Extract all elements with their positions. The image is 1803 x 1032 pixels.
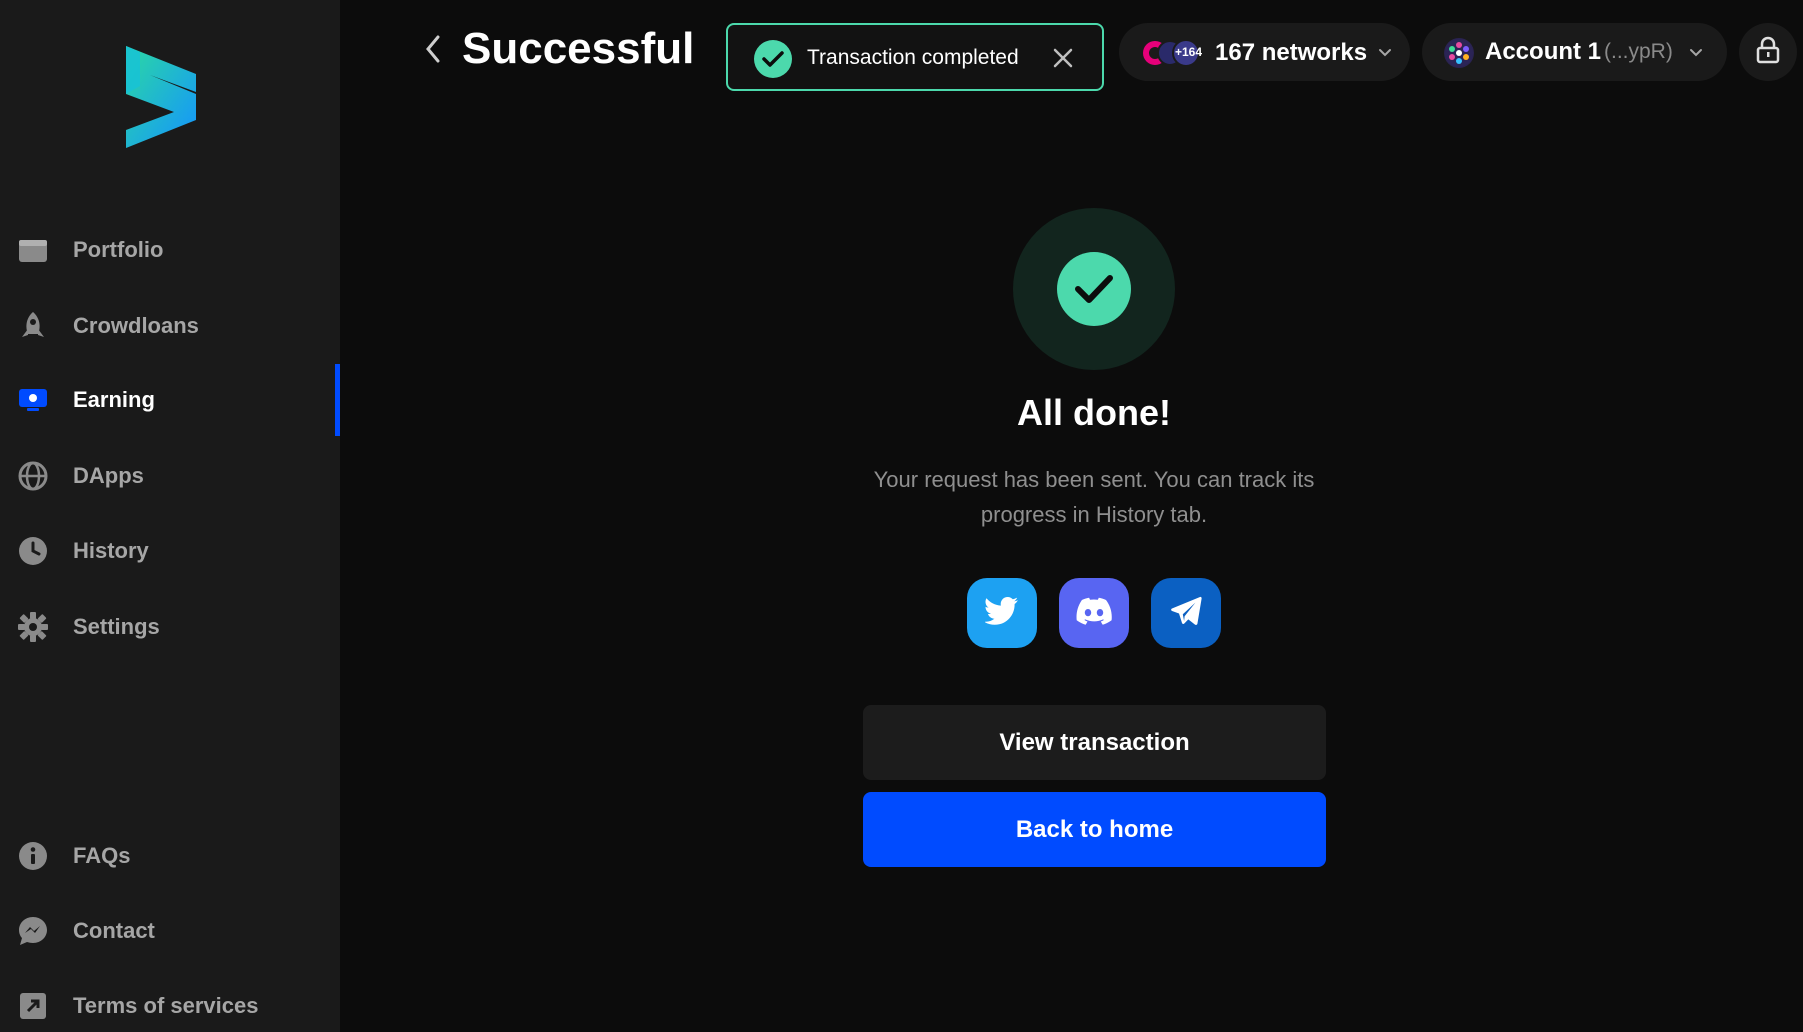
sidebar: Portfolio Crowdloans Earning DApps Histo…	[0, 0, 340, 1032]
network-count-label: 167 networks	[1215, 39, 1368, 66]
wallet-icon	[18, 235, 48, 265]
success-indicator	[1013, 208, 1175, 370]
globe-icon	[18, 461, 48, 491]
rocket-icon	[18, 311, 48, 341]
external-link-icon	[18, 991, 48, 1021]
network-icons: +164	[1141, 39, 1205, 67]
toast-message: Transaction completed	[807, 46, 1019, 69]
sidebar-item-faqs[interactable]: FAQs	[0, 824, 340, 888]
telegram-icon	[1170, 596, 1202, 631]
sidebar-item-label: FAQs	[73, 843, 131, 868]
info-icon	[18, 841, 48, 871]
close-icon[interactable]	[1050, 45, 1076, 71]
sidebar-item-history[interactable]: History	[0, 519, 340, 583]
telegram-button[interactable]	[1151, 578, 1221, 648]
sidebar-item-label: History	[73, 538, 149, 563]
twitter-icon	[984, 596, 1019, 630]
gear-icon	[18, 612, 48, 642]
sidebar-item-dapps[interactable]: DApps	[0, 444, 340, 508]
discord-button[interactable]	[1059, 578, 1129, 648]
sidebar-item-label: DApps	[73, 463, 144, 488]
lock-button[interactable]	[1739, 23, 1797, 81]
sidebar-item-contact[interactable]: Contact	[0, 899, 340, 963]
back-to-home-button[interactable]: Back to home	[863, 792, 1326, 867]
sidebar-item-label: Terms of services	[73, 993, 259, 1018]
check-circle-icon	[1057, 252, 1131, 326]
sidebar-item-label: Crowdloans	[73, 313, 199, 338]
sidebar-item-label: Settings	[73, 614, 160, 639]
success-description: Your request has been sent. You can trac…	[873, 467, 1315, 527]
check-circle-icon	[754, 40, 792, 78]
sidebar-item-portfolio[interactable]: Portfolio	[0, 218, 340, 282]
sidebar-item-label: Contact	[73, 918, 155, 943]
clock-icon	[18, 536, 48, 566]
account-avatar	[1444, 38, 1474, 68]
toast-notification: Transaction completed	[726, 23, 1104, 91]
sidebar-item-settings[interactable]: Settings	[0, 595, 340, 659]
account-selector[interactable]: Account 1 (...ypR)	[1422, 23, 1727, 81]
twitter-button[interactable]	[967, 578, 1037, 648]
chevron-down-icon	[1688, 45, 1704, 61]
account-name: Account 1	[1485, 38, 1602, 65]
chevron-left-icon	[424, 34, 442, 69]
sidebar-item-crowdloans[interactable]: Crowdloans	[0, 294, 340, 358]
page-title: Successful	[462, 24, 695, 73]
lock-icon	[1756, 36, 1780, 69]
sidebar-item-label: Portfolio	[73, 237, 164, 262]
chat-icon	[18, 916, 48, 946]
subwallet-logo[interactable]	[120, 42, 202, 150]
success-heading: All done!	[1017, 392, 1171, 433]
account-address: (...ypR)	[1604, 40, 1673, 63]
network-selector[interactable]: +164 167 networks	[1119, 23, 1410, 81]
chevron-down-icon	[1377, 45, 1393, 61]
network-extra-count: +164	[1175, 45, 1203, 59]
sidebar-item-terms[interactable]: Terms of services	[0, 974, 340, 1032]
back-button[interactable]	[416, 34, 450, 68]
discord-icon	[1076, 597, 1112, 630]
view-transaction-button[interactable]: View transaction	[863, 705, 1326, 780]
